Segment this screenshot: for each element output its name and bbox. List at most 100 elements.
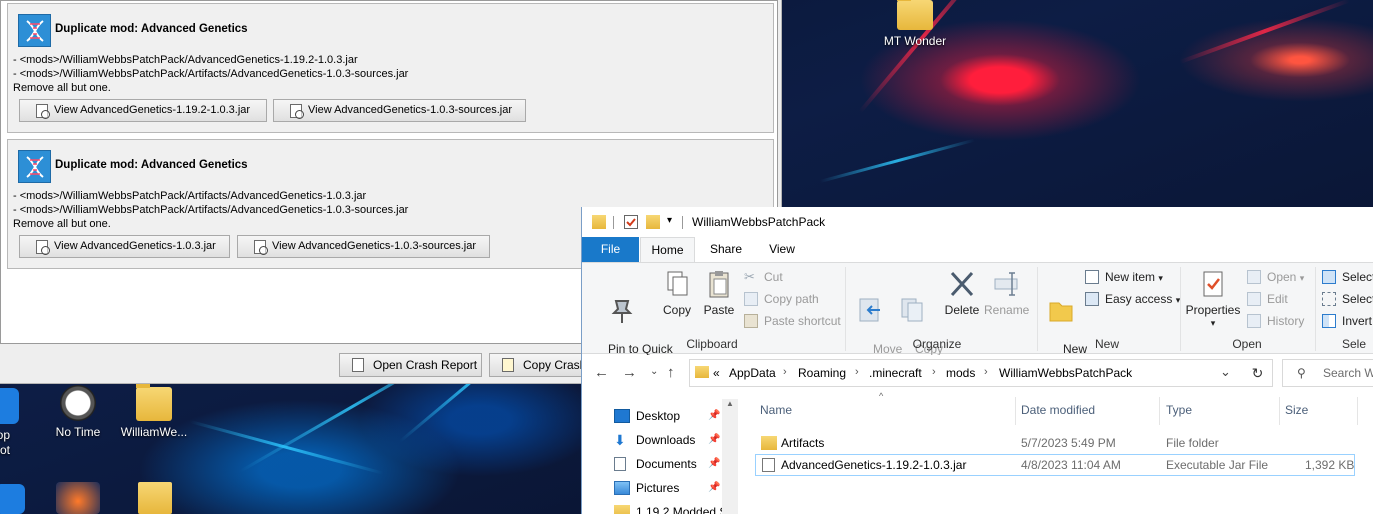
- nav-item-1-19-2-modded[interactable]: 1.19.2 Modded S: [614, 503, 727, 514]
- select-all-button[interactable]: Select: [1322, 268, 1373, 288]
- pin-icon[interactable]: 📌: [708, 458, 720, 469]
- breadcrumb-separator-icon[interactable]: ›: [855, 366, 859, 378]
- up-arrow-icon[interactable]: ↑: [667, 364, 675, 381]
- history-button[interactable]: History: [1247, 312, 1304, 332]
- column-header-type[interactable]: Type: [1166, 403, 1192, 417]
- invert-selection-button[interactable]: Invert: [1322, 312, 1372, 332]
- column-header-name[interactable]: Name: [760, 403, 792, 417]
- delete-button[interactable]: Delete: [942, 269, 982, 317]
- properties-button[interactable]: Properties ▾: [1185, 269, 1241, 330]
- ribbon-group-label: Organize: [912, 337, 962, 351]
- copy-button[interactable]: Copy: [660, 269, 694, 317]
- breadcrumb-roaming[interactable]: Roaming: [798, 366, 846, 380]
- ribbon-separator: [1180, 267, 1181, 351]
- column-header-size[interactable]: Size: [1285, 403, 1308, 417]
- paste-button[interactable]: Paste: [702, 269, 736, 317]
- ribbon: Pin to Quick access Copy Paste ✂ Cut Cop…: [582, 262, 1373, 369]
- view-sources-jar-button[interactable]: View AdvancedGenetics-1.0.3-sources.jar: [237, 235, 490, 258]
- breadcrumb-williamwebbspatchpack[interactable]: WilliamWebbsPatchPack: [999, 366, 1132, 380]
- ribbon-separator: [1037, 267, 1038, 351]
- open-button[interactable]: Open ▾: [1247, 268, 1304, 288]
- refresh-icon: ↻: [1251, 365, 1264, 381]
- nav-item-downloads[interactable]: ⬇ Downloads: [614, 431, 695, 451]
- desktop-icon-label: No Time: [55, 425, 101, 439]
- column-header-date[interactable]: Date modified: [1021, 403, 1095, 417]
- nav-pane-scrollbar[interactable]: ▲: [722, 399, 738, 514]
- address-dropdown-chevron-icon[interactable]: ⌄: [1220, 364, 1231, 380]
- breadcrumb-minecraft[interactable]: .minecraft: [869, 366, 922, 380]
- column-divider[interactable]: [1279, 397, 1280, 425]
- desktop-icon-label: MT Wonder: [883, 34, 947, 48]
- breadcrumb-mods[interactable]: mods: [946, 366, 975, 380]
- select-none-button[interactable]: Select: [1322, 290, 1373, 310]
- tab-view[interactable]: View: [757, 237, 807, 262]
- view-sources-jar-button[interactable]: View AdvancedGenetics-1.0.3-sources.jar: [273, 99, 526, 122]
- sort-indicator-icon: ^: [879, 391, 884, 401]
- copy-crash-report-button[interactable]: Copy Crash: [489, 353, 582, 377]
- tab-file[interactable]: File: [582, 237, 639, 262]
- file-type: File folder: [1166, 436, 1219, 450]
- button-label: History: [1267, 314, 1305, 328]
- paste-shortcut-icon: [744, 314, 758, 328]
- recent-locations-chevron-icon[interactable]: ⌄: [650, 366, 658, 377]
- column-divider[interactable]: [1357, 397, 1358, 425]
- folder-icon: [592, 215, 606, 229]
- paste-shortcut-button[interactable]: Paste shortcut: [744, 312, 841, 332]
- forward-arrow-icon[interactable]: →: [622, 364, 637, 381]
- view-jar-button[interactable]: View AdvancedGenetics-1.19.2-1.0.3.jar: [19, 99, 267, 122]
- rename-button[interactable]: Rename: [984, 269, 1029, 317]
- column-divider[interactable]: [1159, 397, 1160, 425]
- mod-path-line: - <mods>/WilliamWebbsPatchPack/Artifacts…: [13, 190, 367, 202]
- desktop-icon-no-time[interactable]: No Time: [39, 385, 117, 439]
- easy-access-button[interactable]: Easy access ▾: [1085, 290, 1180, 310]
- breadcrumb-separator-icon[interactable]: ›: [932, 366, 936, 378]
- dna-icon: [18, 14, 51, 47]
- tab-share[interactable]: Share: [700, 237, 752, 262]
- address-bar[interactable]: « AppData › Roaming › .minecraft › mods …: [689, 359, 1273, 387]
- breadcrumb-separator-icon[interactable]: ›: [984, 366, 988, 378]
- window-title: WilliamWebbsPatchPack: [692, 215, 826, 229]
- table-row[interactable]: Artifacts 5/7/2023 5:49 PM File folder: [755, 433, 1355, 455]
- new-item-button[interactable]: New item ▾: [1085, 268, 1163, 288]
- view-jar-button[interactable]: View AdvancedGenetics-1.0.3.jar: [19, 235, 230, 258]
- new-folder-icon[interactable]: [646, 215, 660, 229]
- pin-icon[interactable]: 📌: [708, 410, 720, 421]
- zip-folder-icon[interactable]: [138, 482, 172, 514]
- duplicate-mod-entry: Duplicate mod: Advanced Genetics - <mods…: [7, 3, 774, 133]
- chevron-down-icon[interactable]: ▾: [667, 215, 672, 226]
- button-label: Select: [1342, 292, 1373, 306]
- ribbon-separator: [1315, 267, 1316, 351]
- pin-icon[interactable]: 📌: [708, 434, 720, 445]
- mod-hint: Remove all but one.: [13, 218, 111, 230]
- desktop-icon-williamwebbs[interactable]: WilliamWe...: [115, 382, 193, 439]
- edit-button[interactable]: Edit: [1247, 290, 1288, 310]
- folder-icon: [695, 366, 709, 378]
- table-row[interactable]: AdvancedGenetics-1.19.2-1.0.3.jar 4/8/20…: [755, 454, 1355, 476]
- breadcrumb-separator-icon[interactable]: ›: [783, 366, 787, 378]
- breadcrumb-appdata[interactable]: AppData: [729, 366, 776, 380]
- file-name: AdvancedGenetics-1.19.2-1.0.3.jar: [781, 458, 967, 472]
- desktop-icon-mt-wonder[interactable]: MT Wonder: [876, 0, 954, 48]
- refresh-button[interactable]: ↻: [1243, 359, 1273, 387]
- nav-item-desktop[interactable]: Desktop: [614, 407, 680, 427]
- tab-home[interactable]: Home: [640, 237, 695, 262]
- copy-to-icon: [898, 295, 926, 325]
- camera-icon[interactable]: [0, 484, 25, 514]
- properties-check-icon[interactable]: [624, 215, 638, 229]
- app-icon[interactable]: [56, 482, 100, 514]
- cut-button[interactable]: ✂ Cut: [744, 268, 783, 288]
- nav-label: Downloads: [636, 433, 696, 447]
- desktop-icon-screenshot[interactable]: op enshot: [0, 388, 40, 458]
- nav-item-documents[interactable]: Documents: [614, 455, 697, 475]
- pin-icon[interactable]: 📌: [708, 482, 720, 493]
- search-input[interactable]: ⚲ Search W: [1282, 359, 1373, 387]
- column-divider[interactable]: [1015, 397, 1016, 425]
- back-arrow-icon[interactable]: ←: [594, 364, 609, 381]
- copy-path-button[interactable]: Copy path: [744, 290, 819, 310]
- button-label: Open Crash Report: [373, 358, 478, 372]
- breadcrumb-overflow[interactable]: «: [713, 366, 720, 380]
- nav-item-pictures[interactable]: Pictures: [614, 479, 679, 499]
- open-crash-report-button[interactable]: Open Crash Report: [339, 353, 482, 377]
- button-label: Copy: [662, 303, 691, 317]
- scroll-up-icon[interactable]: ▲: [722, 399, 738, 408]
